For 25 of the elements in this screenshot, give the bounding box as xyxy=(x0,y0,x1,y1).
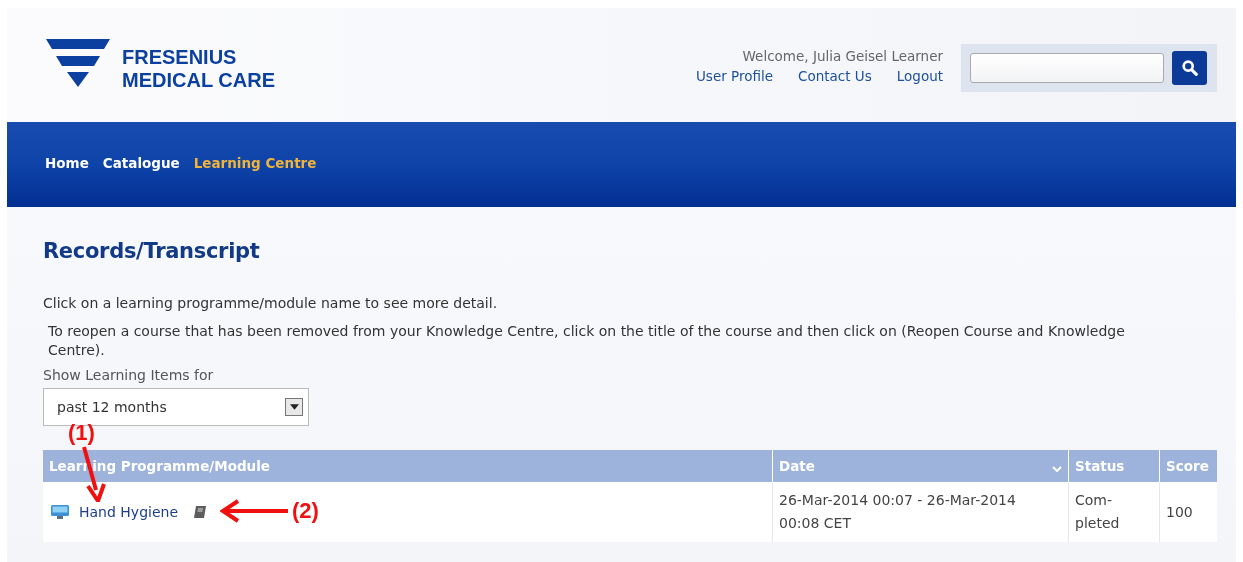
nav-link[interactable]: Home xyxy=(45,154,89,171)
logo-text: MEDICAL CARE xyxy=(122,69,275,92)
nav-link[interactable]: Catalogue xyxy=(102,154,180,171)
table-cell-text: 26-Mar-2014 00:07 - 26-Mar-2014 00:08 CET xyxy=(779,491,1017,533)
callout-arrow xyxy=(220,499,288,523)
search-field[interactable] xyxy=(970,53,1164,83)
instruction-text: To reopen a course that has been removed from your Knowledge Centre, click on the title of the course and then click on (Reopen Course and Knowledge Centre). xyxy=(48,322,1126,360)
module-link[interactable]: Hand Hygiene xyxy=(79,500,178,524)
logo-icon xyxy=(46,39,110,87)
monitor-icon xyxy=(51,504,69,520)
field-label: Show Learning Items for xyxy=(43,366,215,384)
table-cell: 100 xyxy=(1166,503,1193,520)
header-link[interactable]: User Profile xyxy=(696,66,774,86)
instruction-text: Click on a learning programme/module name to see more detail. xyxy=(43,294,499,313)
table-cell-text: Com-pleted xyxy=(1075,491,1121,533)
header-link[interactable]: Contact Us xyxy=(798,66,872,86)
page-title: Records/Transcript xyxy=(43,239,261,263)
book-icon[interactable] xyxy=(193,505,207,519)
logo-text: FRESENIUS xyxy=(122,46,238,69)
search-icon xyxy=(1180,59,1199,77)
search-button[interactable] xyxy=(1172,51,1207,85)
welcome-text: Welcome, Julia Geisel Learner xyxy=(742,47,943,66)
callout-label: (2) xyxy=(292,498,319,524)
header-link[interactable]: Logout xyxy=(896,66,943,86)
nav-link[interactable]: Learning Centre xyxy=(193,154,317,171)
